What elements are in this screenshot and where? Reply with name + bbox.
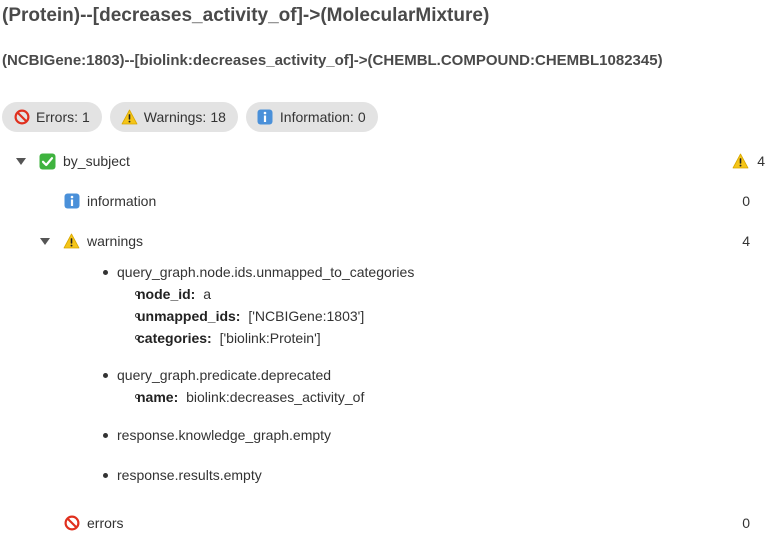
prohibited-icon (13, 109, 30, 126)
validation-report: (Protein)--[decreases_activity_of]->(Mol… (0, 0, 782, 548)
warning-code: query_graph.node.ids.unmapped_to_categor… (117, 264, 415, 280)
warnings-label: warnings (87, 233, 144, 249)
detail-key: name: (137, 389, 179, 405)
tree-node-errors[interactable]: errors (63, 514, 124, 532)
detail-value: biolink:decreases_activity_of (186, 389, 365, 405)
warnings-count: 4 (742, 233, 750, 249)
information-label: information (87, 193, 157, 209)
information-badge-count: 0 (357, 109, 366, 125)
detail-key: unmapped_ids: (137, 308, 241, 324)
list-bullet (103, 473, 108, 478)
warning-icon (732, 153, 749, 170)
tree-node-information[interactable]: information (63, 192, 156, 210)
warning-detail: unmapped_ids: ['NCBIGene:1803'] (137, 308, 364, 324)
tree-node-warnings[interactable]: warnings (63, 232, 143, 250)
warning-icon (63, 233, 80, 250)
warning-code: response.results.empty (117, 467, 262, 483)
warning-detail: categories: ['biolink:Protein'] (137, 330, 321, 346)
detail-key: categories: (137, 330, 212, 346)
summary-badges: Errors: 1 Warnings: 18 Information: 0 (2, 102, 378, 132)
detail-value: a (203, 286, 212, 302)
errors-badge-label: Errors: (36, 109, 78, 125)
warning-icon (121, 109, 138, 126)
information-badge-label: Information: (279, 109, 354, 125)
errors-badge[interactable]: Errors: 1 (2, 102, 102, 132)
page-title: (Protein)--[decreases_activity_of]->(Mol… (2, 5, 490, 26)
errors-badge-count: 1 (82, 109, 90, 125)
warning-code: response.knowledge_graph.empty (117, 427, 332, 443)
info-icon (63, 193, 80, 210)
warnings-badge[interactable]: Warnings: 18 (109, 102, 238, 132)
by-subject-count-value: 4 (757, 153, 765, 169)
warning-detail: node_id: a (137, 286, 211, 302)
warnings-badge-label: Warnings: (143, 109, 207, 125)
by-subject-collapse-caret[interactable] (15, 155, 27, 167)
errors-count: 0 (742, 515, 750, 531)
information-badge[interactable]: Information: 0 (245, 102, 378, 132)
detail-key: node_id: (137, 286, 196, 302)
list-bullet (103, 373, 108, 378)
warnings-badge-count: 18 (210, 109, 226, 125)
prohibited-icon (63, 515, 80, 532)
errors-label: errors (87, 515, 124, 531)
warnings-collapse-caret[interactable] (39, 235, 51, 247)
warning-code: query_graph.predicate.deprecated (117, 367, 332, 383)
warning-detail: name: biolink:decreases_activity_of (137, 389, 364, 405)
info-icon (257, 109, 274, 126)
tree-node-by-subject[interactable]: by_subject (39, 152, 130, 170)
information-count: 0 (742, 193, 750, 209)
page-subtitle: (NCBIGene:1803)--[biolink:decreases_acti… (2, 52, 663, 69)
caret-down-icon (16, 157, 26, 165)
check-icon (39, 153, 56, 170)
list-bullet (103, 433, 108, 438)
detail-value: ['NCBIGene:1803'] (248, 308, 365, 324)
by-subject-label: by_subject (63, 153, 130, 169)
list-bullet (103, 270, 108, 275)
caret-down-icon (40, 237, 50, 245)
by-subject-count: 4 (732, 152, 765, 170)
detail-value: ['biolink:Protein'] (219, 330, 321, 346)
